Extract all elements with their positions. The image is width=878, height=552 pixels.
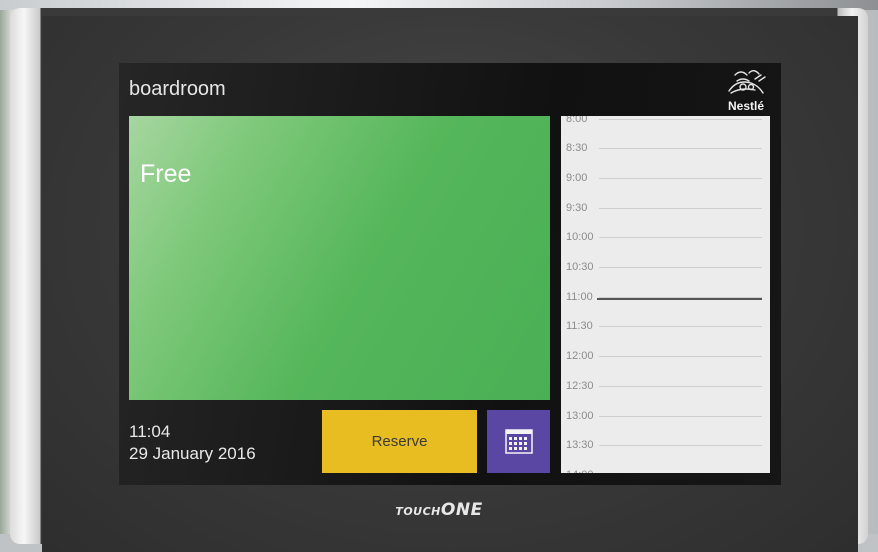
timeline-slot[interactable]: 10:00 <box>561 230 770 250</box>
logo-text: Nestlé <box>727 99 765 113</box>
timeline-slot-divider <box>599 385 762 387</box>
brand-suffix: ONE <box>440 500 483 520</box>
timeline-slot-divider <box>599 148 762 150</box>
timeline-slot[interactable]: 9:00 <box>561 171 770 191</box>
timeline-slot[interactable]: 8:30 <box>561 141 770 161</box>
timeline-slot-label: 8:30 <box>566 142 588 155</box>
timeline-slot-divider <box>599 326 762 328</box>
timeline-slot-label: 11:00 <box>566 290 593 303</box>
schedule-timeline[interactable]: 8:00 8:30 9:00 9:30 10:00 10:30 11:00 11:30 12:0… <box>561 116 770 473</box>
timeline-slot[interactable]: 12:30 <box>561 379 770 399</box>
current-time-indicator <box>597 297 762 300</box>
room-name: boardroom <box>129 78 226 100</box>
current-time: 11:04 <box>129 422 171 441</box>
availability-status-text: Free <box>140 160 192 188</box>
timeline-slot-label: 10:00 <box>566 231 594 244</box>
timeline-slot-label: 9:30 <box>566 201 588 214</box>
calendar-icon <box>505 429 533 454</box>
calendar-button[interactable] <box>487 410 550 473</box>
timeline-slot-divider <box>599 356 762 358</box>
timeline-slot-label: 11:30 <box>566 320 593 333</box>
nest-logo-icon <box>728 70 766 94</box>
timeline-slot-label: 12:30 <box>566 379 594 392</box>
timeline-slot[interactable]: 13:00 <box>561 409 770 429</box>
timeline-slot-divider <box>599 415 762 417</box>
timeline-slot-label: 10:30 <box>566 261 594 273</box>
timeline-slot-divider <box>599 207 762 209</box>
timeline-slot[interactable]: 12:00 <box>561 349 770 369</box>
timeline-slot[interactable]: 13:30 <box>561 438 770 458</box>
current-date: 29 January 2016 <box>129 444 256 463</box>
timeline-slot-divider <box>599 267 762 268</box>
device-brand: TOUCHONE <box>0 500 878 520</box>
current-time-date: 11:04 29 January 2016 <box>129 421 256 465</box>
availability-status-panel[interactable]: Free <box>129 116 550 400</box>
timeline-slot[interactable]: 11:30 <box>561 319 770 339</box>
reserve-button[interactable]: Reserve <box>322 410 477 473</box>
timeline-slot[interactable]: 9:30 <box>561 201 770 221</box>
timeline-slot-label: 14:00 <box>566 468 594 473</box>
timeline-slot[interactable]: 8:00 <box>561 116 770 132</box>
timeline-slot-label: 13:00 <box>566 409 594 422</box>
brand-prefix: TOUCH <box>395 505 441 518</box>
timeline-slot-label: 12:00 <box>566 350 594 363</box>
timeline-slot[interactable]: 10:30 <box>561 260 770 280</box>
timeline-slot-divider <box>599 118 762 120</box>
timeline-slot[interactable]: 14:00 <box>561 468 770 473</box>
timeline-slot-divider <box>599 177 762 179</box>
timeline-slot-divider <box>599 237 762 239</box>
timeline-slot-label: 13:30 <box>566 439 594 452</box>
timeline-slot-divider <box>599 445 762 447</box>
timeline-slot-label: 8:00 <box>566 116 588 125</box>
timeline-slot[interactable]: 11:00 <box>561 290 770 310</box>
company-logo: Nestlé <box>721 65 771 113</box>
timeline-slot-label: 9:00 <box>566 171 588 184</box>
room-display-screen: boardroom Nestlé Free 11:04 29 January 2… <box>119 63 781 485</box>
